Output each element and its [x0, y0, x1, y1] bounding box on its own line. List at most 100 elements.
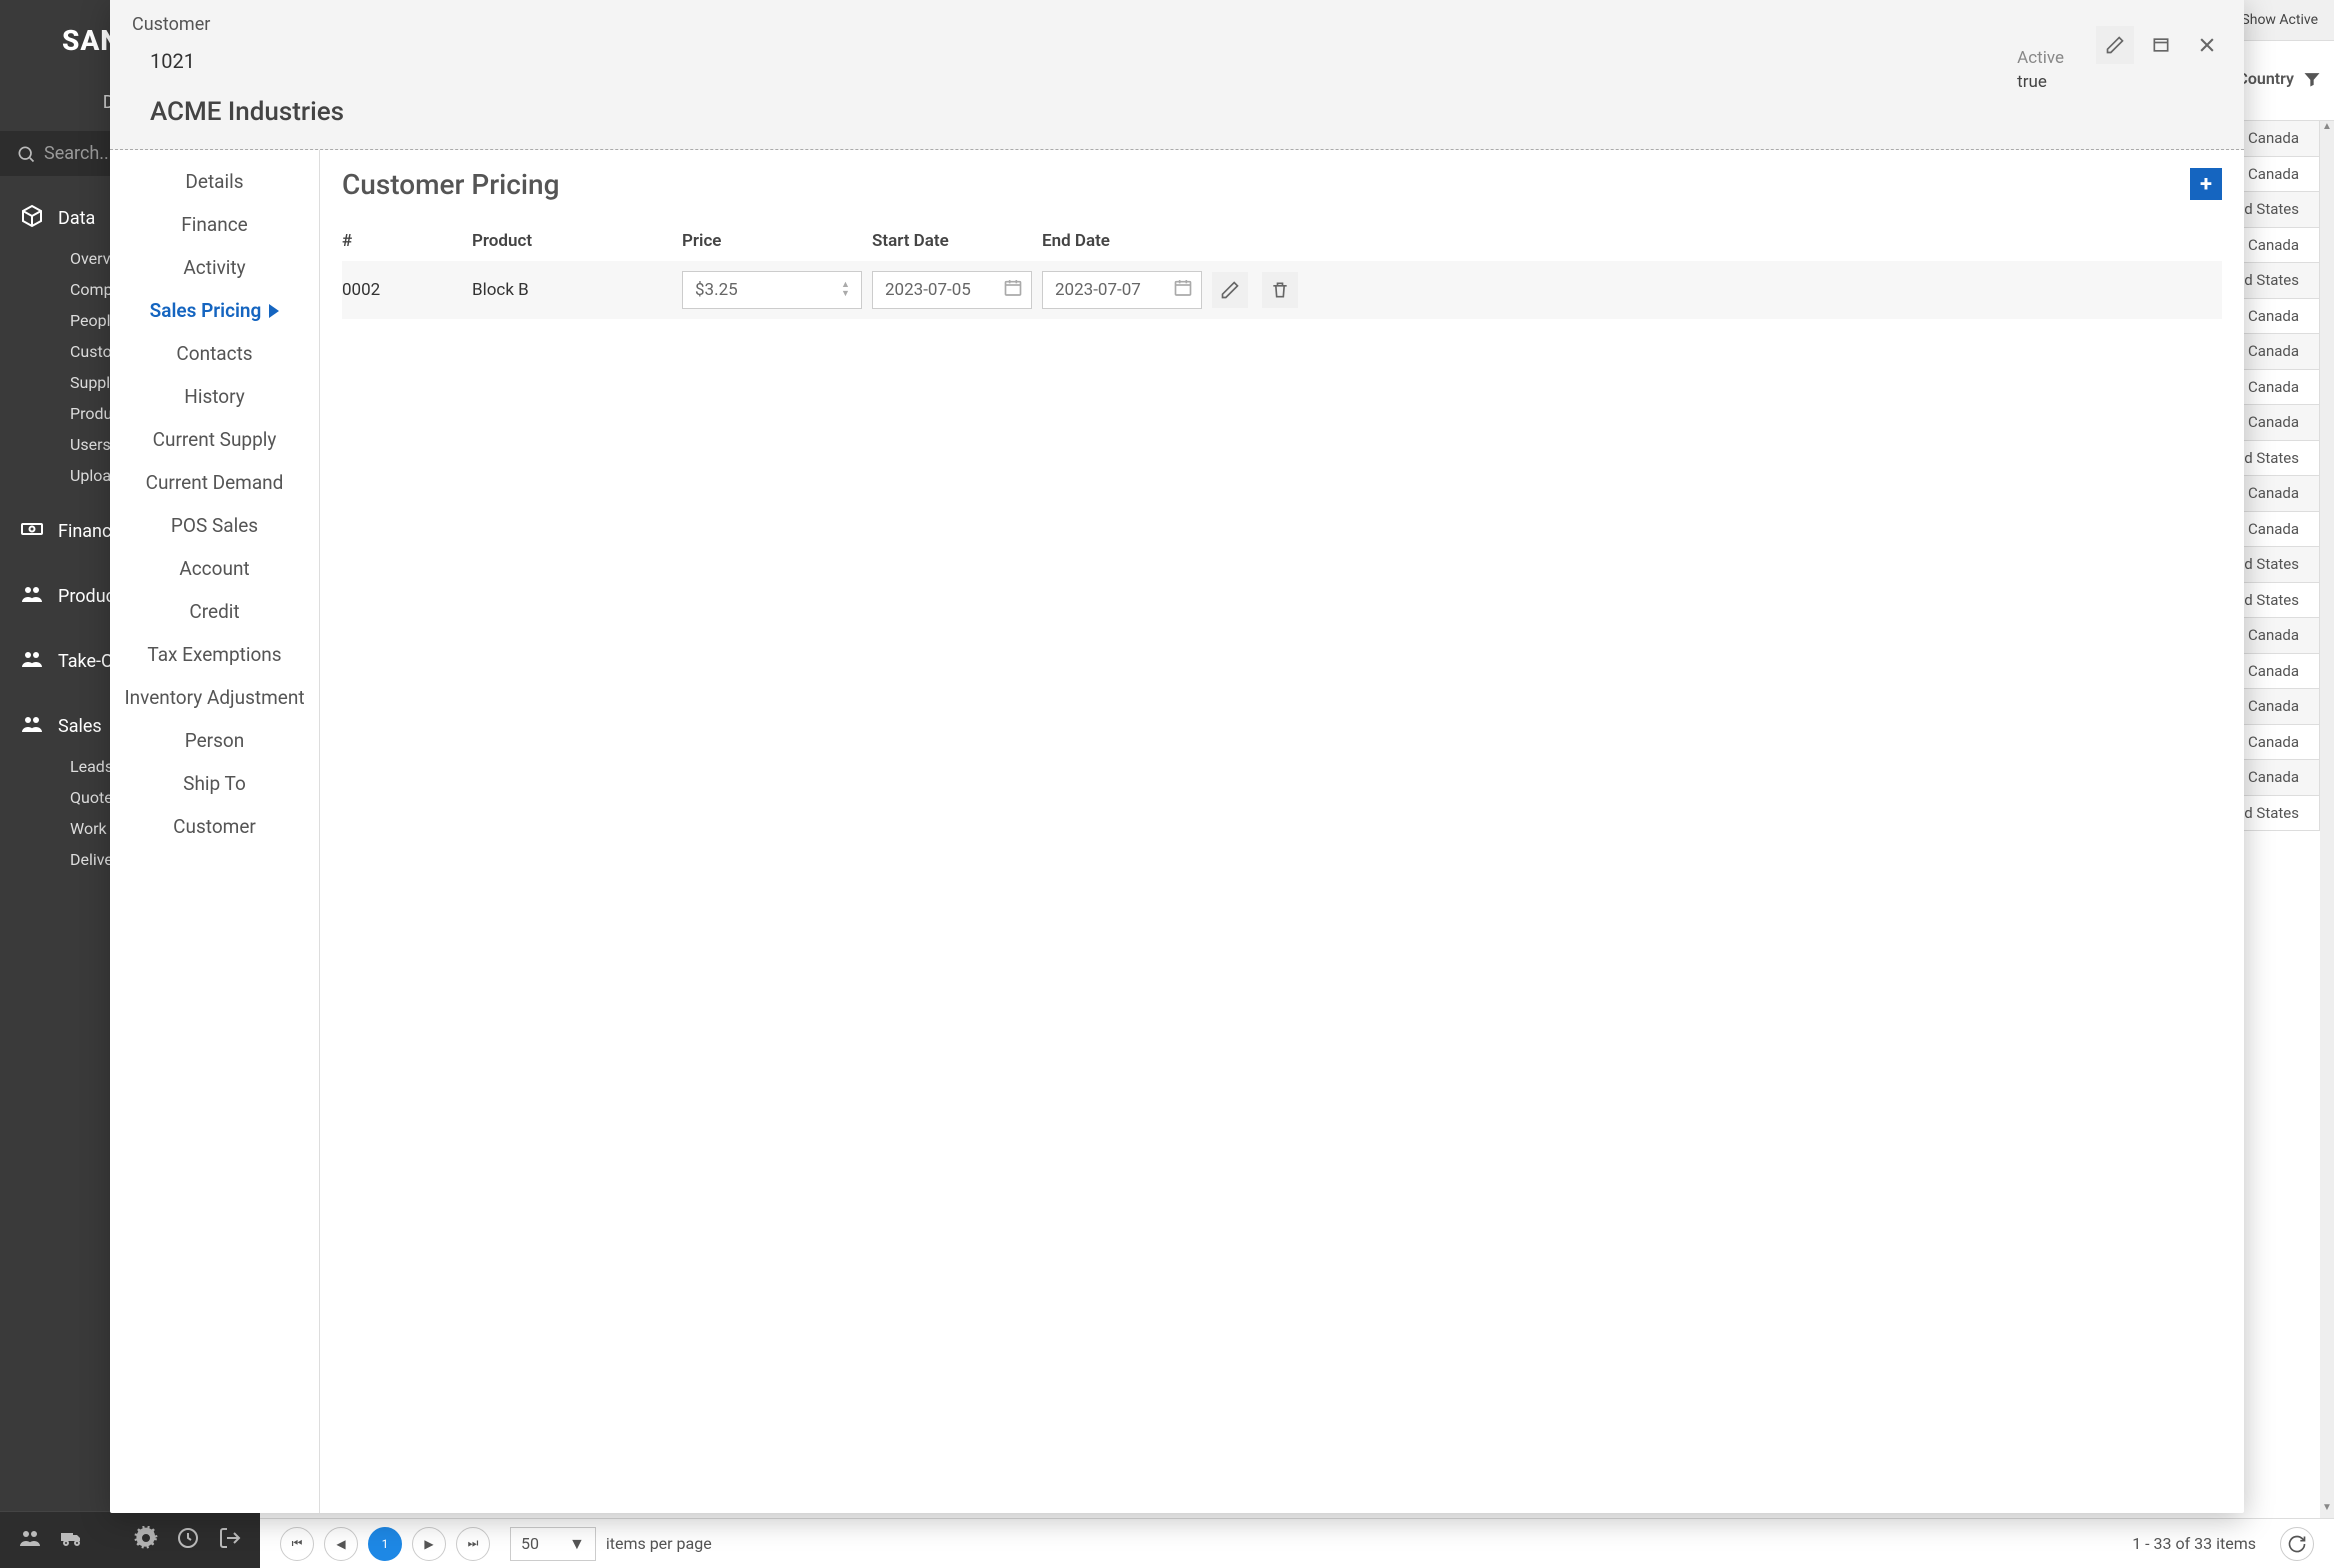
- people-icon[interactable]: [18, 1526, 42, 1554]
- price-value: $3.25: [695, 280, 738, 300]
- active-field: Active true: [2017, 48, 2064, 92]
- pager-first[interactable]: ⏮: [280, 1527, 314, 1561]
- cell-country: Canada: [2248, 520, 2299, 538]
- tab-ship-to[interactable]: Ship To: [110, 762, 319, 805]
- cell-country: Canada: [2248, 342, 2299, 360]
- tab-pos-sales[interactable]: POS Sales: [110, 504, 319, 547]
- row-delete-button[interactable]: [1262, 272, 1298, 308]
- cell-country: Canada: [2248, 165, 2299, 183]
- cell-country: Canada: [2248, 307, 2299, 325]
- truck-icon[interactable]: [60, 1526, 84, 1554]
- modal-body: Details Finance Activity Sales Pricing Conta…: [110, 150, 2244, 1513]
- tab-history[interactable]: History: [110, 375, 319, 418]
- clock-icon[interactable]: [176, 1526, 200, 1554]
- tab-label: Account: [179, 557, 249, 580]
- cell-country: Canada: [2248, 662, 2299, 680]
- pager-page-current[interactable]: 1: [368, 1527, 402, 1561]
- start-date-input[interactable]: 2023-07-05: [872, 271, 1032, 309]
- modal-title: Customer: [132, 14, 2222, 35]
- chevron-down-icon: ▼: [569, 1534, 585, 1554]
- pencil-icon: [2105, 35, 2125, 55]
- cell-product: Block B: [472, 280, 672, 300]
- trash-icon: [1270, 280, 1290, 300]
- gear-icon[interactable]: [134, 1526, 158, 1554]
- calendar-icon[interactable]: [1173, 278, 1193, 303]
- modal-actions: [2096, 26, 2226, 64]
- tab-account[interactable]: Account: [110, 547, 319, 590]
- pager-last[interactable]: ⏭: [456, 1527, 490, 1561]
- scroll-down-icon[interactable]: ▼: [2320, 1502, 2334, 1518]
- cell-country: Canada: [2248, 768, 2299, 786]
- customer-name: ACME Industries: [150, 97, 2222, 127]
- tab-customer[interactable]: Customer: [110, 805, 319, 848]
- pager-next[interactable]: ▶: [412, 1527, 446, 1561]
- tab-label: Details: [185, 170, 243, 193]
- cell-country: Canada: [2248, 626, 2299, 644]
- maximize-button[interactable]: [2142, 26, 2180, 64]
- tab-tax-exemptions[interactable]: Tax Exemptions: [110, 633, 319, 676]
- row-edit-button[interactable]: [1212, 272, 1248, 308]
- spinner-icon[interactable]: ▲▼: [841, 274, 857, 306]
- edit-button[interactable]: [2096, 26, 2134, 64]
- tab-person[interactable]: Person: [110, 719, 319, 762]
- tab-details[interactable]: Details: [110, 160, 319, 203]
- tab-label: Credit: [189, 600, 239, 623]
- cell-country: Canada: [2248, 413, 2299, 431]
- active-label: Active: [2017, 48, 2064, 68]
- calendar-icon[interactable]: [1003, 278, 1023, 303]
- tab-credit[interactable]: Credit: [110, 590, 319, 633]
- people-icon: [20, 582, 44, 611]
- cell-country: Canada: [2248, 129, 2299, 147]
- tab-label: Sales Pricing: [150, 299, 262, 322]
- tab-label: Contacts: [176, 342, 252, 365]
- add-price-button[interactable]: +: [2190, 168, 2222, 200]
- search-placeholder: Search...: [44, 143, 114, 164]
- filter-icon[interactable]: [2302, 69, 2322, 93]
- scroll-up-icon[interactable]: ▲: [2320, 121, 2334, 137]
- close-button[interactable]: [2188, 26, 2226, 64]
- people-icon: [20, 712, 44, 741]
- pager-pagesize[interactable]: 50 ▼: [510, 1527, 596, 1561]
- customer-detail-modal: Customer 1021 ACME Industries Active tru…: [110, 0, 2244, 1513]
- grid-scrollbar[interactable]: ▲ ▼: [2320, 121, 2334, 1518]
- end-date-value: 2023-07-07: [1055, 280, 1141, 300]
- money-icon: [20, 517, 44, 546]
- customer-id: 1021: [150, 49, 2222, 73]
- tab-label: Current Demand: [146, 471, 284, 494]
- tab-label: Finance: [181, 213, 247, 236]
- col-end: End Date: [1042, 231, 1202, 251]
- cell-country: Canada: [2248, 378, 2299, 396]
- sidebar-footer-icons: [0, 1511, 260, 1568]
- col-num: #: [342, 231, 462, 251]
- col-product: Product: [472, 231, 672, 251]
- tab-finance[interactable]: Finance: [110, 203, 319, 246]
- pager-refresh[interactable]: [2280, 1527, 2314, 1561]
- start-date-value: 2023-07-05: [885, 280, 971, 300]
- pager-prev[interactable]: ◀: [324, 1527, 358, 1561]
- refresh-icon: [2287, 1534, 2307, 1554]
- tab-activity[interactable]: Activity: [110, 246, 319, 289]
- end-date-input[interactable]: 2023-07-07: [1042, 271, 1202, 309]
- active-value: true: [2017, 72, 2064, 92]
- content-title: Customer Pricing: [342, 168, 2222, 201]
- search-icon: [16, 144, 36, 164]
- tab-contacts[interactable]: Contacts: [110, 332, 319, 375]
- nav-group-label: Data: [58, 208, 95, 229]
- cell-country: Canada: [2248, 236, 2299, 254]
- price-table-header: # Product Price Start Date End Date: [342, 221, 2222, 261]
- cell-country: Canada: [2248, 733, 2299, 751]
- column-country[interactable]: Country: [2237, 69, 2294, 88]
- col-price: Price: [682, 231, 862, 251]
- tab-current-demand[interactable]: Current Demand: [110, 461, 319, 504]
- price-input[interactable]: $3.25 ▲▼: [682, 271, 862, 309]
- window-icon: [2151, 35, 2171, 55]
- tab-sales-pricing[interactable]: Sales Pricing: [110, 289, 319, 332]
- modal-header: Customer 1021 ACME Industries Active tru…: [110, 0, 2244, 150]
- tab-current-supply[interactable]: Current Supply: [110, 418, 319, 461]
- pager-pagesize-value: 50: [521, 1534, 539, 1553]
- tab-inventory-adjustment[interactable]: Inventory Adjustment: [110, 676, 319, 719]
- logout-icon[interactable]: [218, 1526, 242, 1554]
- tab-label: Activity: [183, 256, 245, 279]
- modal-tabs: Details Finance Activity Sales Pricing Conta…: [110, 150, 320, 1513]
- nav-group-label: Sales: [58, 716, 102, 737]
